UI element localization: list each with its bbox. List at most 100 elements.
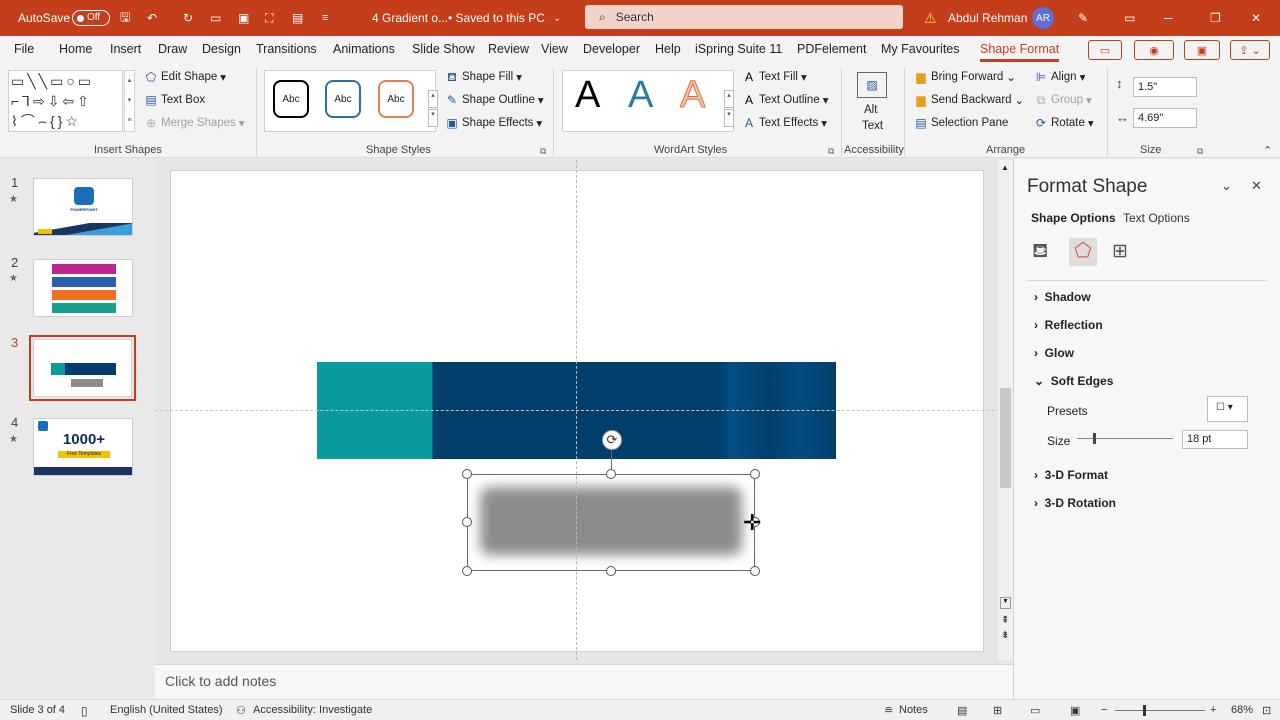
reading-view-icon[interactable]: ▭ bbox=[1030, 704, 1040, 717]
tab-text-options[interactable]: Text Options bbox=[1123, 211, 1190, 225]
wordart-more[interactable]: ▾ bbox=[724, 109, 734, 127]
shape-effects-button[interactable]: ▣ Shape Effects ▾ bbox=[445, 116, 542, 130]
bring-forward-button[interactable]: ▆ Bring Forward ⌄ bbox=[914, 70, 1015, 84]
tab-insert[interactable]: Insert bbox=[110, 42, 141, 56]
share-icon[interactable]: ⇪ ⌄ bbox=[1230, 40, 1270, 60]
avatar[interactable]: AR bbox=[1032, 7, 1054, 29]
resize-handle-se[interactable] bbox=[750, 566, 760, 576]
style-swatch-blue[interactable]: Abc bbox=[325, 80, 361, 118]
wordart-orange[interactable]: A bbox=[679, 74, 705, 117]
search-box[interactable]: ⌕ Search bbox=[585, 5, 903, 29]
notes-button[interactable]: Notes bbox=[899, 704, 928, 716]
rotate-button[interactable]: ⟳ Rotate ▾ bbox=[1034, 116, 1094, 130]
section-shadow[interactable]: › Shadow bbox=[1034, 290, 1091, 304]
tab-home[interactable]: Home bbox=[59, 42, 92, 56]
group-button[interactable]: ⧉ Group ▾ bbox=[1034, 93, 1092, 107]
ribbon-display-icon[interactable]: ▭ bbox=[1124, 0, 1135, 36]
resize-handle-ne[interactable] bbox=[750, 469, 760, 479]
text-fill-button[interactable]: A Text Fill ▾ bbox=[742, 70, 807, 84]
tab-transitions[interactable]: Transitions bbox=[256, 42, 317, 56]
text-outline-button[interactable]: A Text Outline ▾ bbox=[742, 93, 829, 107]
resize-handle-sw[interactable] bbox=[462, 566, 472, 576]
slideshow-view-icon[interactable]: ▣ bbox=[1070, 704, 1080, 717]
section-glow[interactable]: › Glow bbox=[1034, 346, 1074, 360]
merge-shapes-button[interactable]: ⊕ Merge Shapes ▾ bbox=[144, 116, 245, 130]
style-swatch-orange[interactable]: Abc bbox=[378, 80, 414, 118]
slide-thumbnail-4[interactable]: 1000+ Free Templates bbox=[33, 418, 133, 476]
section-3d-rotation[interactable]: › 3-D Rotation bbox=[1034, 496, 1116, 510]
shape-fill-button[interactable]: ⛾ Shape Fill ▾ bbox=[445, 70, 522, 84]
shape-styles-more[interactable]: ▾ bbox=[428, 109, 438, 127]
warning-icon[interactable]: ⚠ bbox=[924, 0, 937, 36]
scroll-thumb[interactable] bbox=[1000, 388, 1011, 488]
shape-styles-up[interactable]: ▴ bbox=[428, 90, 438, 108]
wordart-blue[interactable]: A bbox=[628, 74, 653, 117]
alt-text-icon[interactable]: ▨ bbox=[857, 72, 887, 98]
present-icon[interactable]: ▭ bbox=[210, 0, 221, 36]
redo-icon[interactable]: ↻ bbox=[183, 0, 193, 36]
section-soft-edges[interactable]: ⌄ Soft Edges bbox=[1034, 374, 1113, 388]
section-reflection[interactable]: › Reflection bbox=[1034, 318, 1103, 332]
language-indicator[interactable]: English (United States) bbox=[110, 704, 223, 716]
notes-area[interactable]: Click to add notes bbox=[155, 664, 1013, 699]
present-teams-icon[interactable]: ▣ bbox=[1184, 40, 1220, 60]
tab-review[interactable]: Review bbox=[488, 42, 529, 56]
zoom-out-icon[interactable]: − bbox=[1101, 704, 1107, 716]
undo-icon[interactable]: ↶ bbox=[147, 0, 157, 36]
alt-text-label-1[interactable]: Alt bbox=[864, 104, 877, 116]
comments-icon[interactable]: ▭ bbox=[1088, 40, 1122, 60]
dialog-launcher-icon[interactable]: ⧉ bbox=[828, 146, 834, 157]
scroll-up-icon[interactable]: ▲ bbox=[1001, 163, 1009, 172]
alt-text-label-2[interactable]: Text bbox=[862, 120, 883, 132]
close-icon[interactable]: ✕ bbox=[1251, 178, 1262, 194]
save-icon[interactable]: 🖫 bbox=[120, 0, 130, 36]
edit-shape-button[interactable]: ⬠ Edit Shape ▾ bbox=[144, 70, 226, 84]
zoom-slider[interactable] bbox=[1115, 710, 1205, 711]
image-icon[interactable]: ⛶ bbox=[265, 0, 273, 36]
width-input[interactable]: 4.69" bbox=[1133, 108, 1197, 128]
size-slider-thumb[interactable] bbox=[1093, 433, 1096, 444]
normal-view-icon[interactable]: ▤ bbox=[957, 704, 967, 717]
collapse-ribbon-icon[interactable]: ⌃ bbox=[1263, 144, 1272, 157]
tab-shape-options[interactable]: Shape Options bbox=[1031, 211, 1116, 225]
accessibility-status[interactable]: Accessibility: Investigate bbox=[253, 704, 372, 716]
dialog-launcher-icon[interactable]: ⧉ bbox=[540, 146, 546, 157]
tab-pdfelement[interactable]: PDFelement bbox=[797, 42, 866, 56]
slide-thumbnail-1[interactable]: POWERPOINT bbox=[33, 178, 133, 236]
zoom-slider-thumb[interactable] bbox=[1143, 705, 1146, 716]
tab-slide-show[interactable]: Slide Show bbox=[412, 42, 475, 56]
pdf-icon[interactable]: ▤ bbox=[292, 0, 303, 36]
previous-slide-icon[interactable]: ⇞ bbox=[1001, 615, 1009, 626]
send-backward-button[interactable]: ▆ Send Backward ⌄ bbox=[914, 93, 1024, 107]
align-button[interactable]: ⊫ Align ▾ bbox=[1034, 70, 1086, 84]
close-icon[interactable]: ✕ bbox=[1251, 0, 1261, 36]
next-slide-icon[interactable]: ⇟ bbox=[1001, 630, 1009, 641]
slideshow-icon[interactable]: ▣ bbox=[238, 0, 249, 36]
zoom-level[interactable]: 68% bbox=[1231, 704, 1253, 716]
text-effects-button[interactable]: A Text Effects ▾ bbox=[742, 116, 827, 130]
size-slider-track[interactable] bbox=[1077, 438, 1173, 439]
tab-shape-format[interactable]: Shape Format bbox=[980, 42, 1060, 62]
customize-qat-icon[interactable]: ≡ bbox=[322, 0, 328, 36]
effects-pentagon-icon[interactable]: ⬠ bbox=[1069, 238, 1097, 266]
style-swatch-black[interactable]: Abc bbox=[273, 80, 309, 118]
dialog-launcher-icon[interactable]: ⧉ bbox=[1197, 146, 1203, 157]
user-name[interactable]: Abdul Rehman bbox=[948, 0, 1027, 36]
section-3d-format[interactable]: › 3-D Format bbox=[1034, 468, 1108, 482]
resize-handle-w[interactable] bbox=[462, 517, 472, 527]
text-box-button[interactable]: ▤ Text Box bbox=[144, 93, 205, 107]
vertical-scrollbar[interactable]: ▲ ▼ ⇞ ⇟ bbox=[998, 160, 1013, 660]
shapes-gallery-scroll[interactable]: ▴ ▾ ≡ bbox=[124, 70, 135, 132]
selection-pane-button[interactable]: ▤ Selection Pane bbox=[914, 116, 1008, 130]
scroll-down-icon[interactable]: ▼ bbox=[1000, 597, 1011, 609]
shapes-gallery[interactable]: ▭╲╲▭○▭ ⌐⅂⇨⇩⇦⇧ ⌇⌒⌢{}☆ bbox=[8, 70, 123, 132]
pen-icon[interactable]: ✎ bbox=[1078, 0, 1088, 36]
tab-help[interactable]: Help bbox=[655, 42, 681, 56]
rotate-handle-icon[interactable]: ⟳ bbox=[602, 430, 622, 450]
tab-animations[interactable]: Animations bbox=[333, 42, 395, 56]
restore-icon[interactable]: ❐ bbox=[1210, 0, 1221, 36]
shape-outline-button[interactable]: ✎ Shape Outline ▾ bbox=[445, 93, 544, 107]
tab-file[interactable]: File bbox=[14, 42, 34, 56]
tab-draw[interactable]: Draw bbox=[158, 42, 187, 56]
tab-developer[interactable]: Developer bbox=[583, 42, 640, 56]
